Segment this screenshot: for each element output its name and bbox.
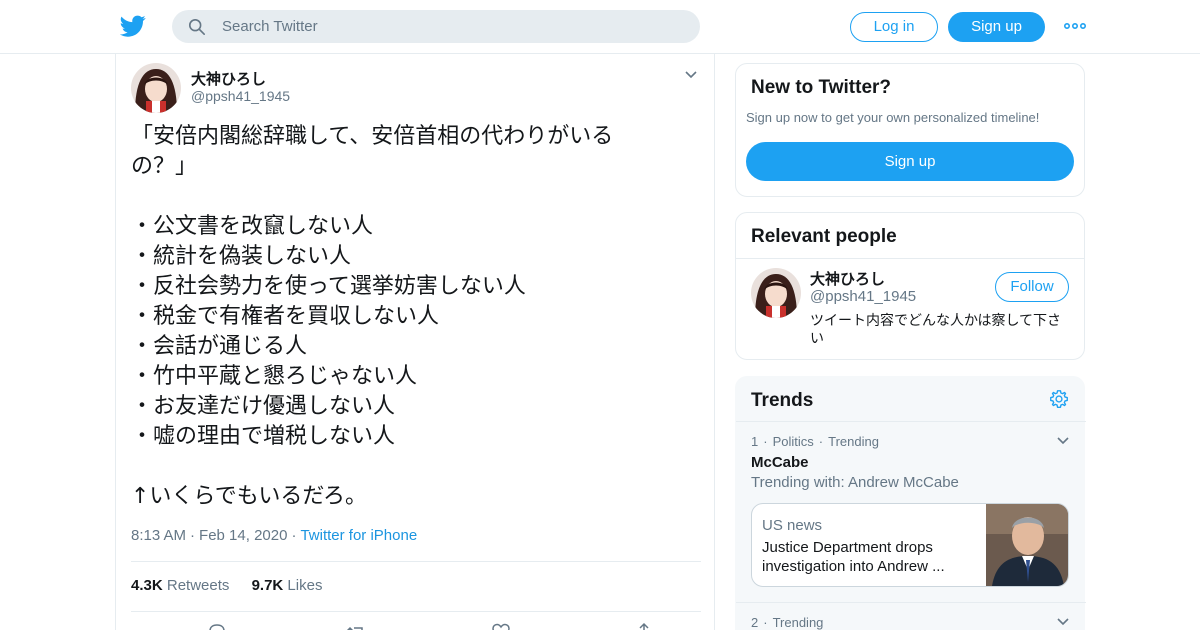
trend-name[interactable]: McCabe (751, 454, 809, 471)
trend-meta: 1 · Politics · Trending (751, 434, 879, 449)
login-button[interactable]: Log in (850, 12, 938, 42)
likes-stat[interactable]: 9.7K Likes (252, 577, 323, 594)
news-source: US news (762, 517, 823, 534)
top-navigation-bar: Search Twitter Log in Sign up (0, 0, 1200, 54)
card-title: New to Twitter? (751, 77, 892, 98)
tweet-time[interactable]: 8:13 AM (131, 527, 186, 544)
avatar[interactable] (751, 268, 801, 318)
retweets-count: 4.3K (131, 577, 163, 594)
tweet-line: ・公文書を改竄しない人 (131, 214, 374, 239)
avatar[interactable] (131, 63, 181, 113)
signup-button[interactable]: Sign up (948, 12, 1045, 42)
signup-cta-button[interactable]: Sign up (746, 142, 1074, 181)
retweets-stat[interactable]: 4.3K Retweets (131, 577, 229, 594)
author-name[interactable]: 大神ひろし (191, 68, 266, 89)
gear-icon[interactable] (1048, 388, 1070, 410)
tweet-line (131, 452, 701, 482)
card-title: Trends (751, 390, 814, 411)
news-headline: Justice Department drops investigation i… (762, 539, 945, 575)
tweet-text: 「安倍内閣総辞職して、安倍首相の代わりがいる の？」 ・公文書を改竄しない人 ・… (131, 122, 701, 512)
trend-related: Trending with: Andrew McCabe (751, 474, 959, 491)
trend-rank: 1 (751, 434, 759, 449)
trend-meta: 2 · Trending (751, 615, 823, 630)
separator-dot: · (291, 527, 297, 544)
news-card[interactable]: US news Justice Department drops investi… (751, 503, 1069, 587)
separator-dot: · (763, 615, 768, 630)
trend-category: Politics (772, 434, 814, 449)
chevron-down-icon[interactable] (1056, 436, 1070, 446)
author-handle[interactable]: @ppsh41_1945 (191, 88, 290, 104)
news-thumbnail-icon (986, 504, 1068, 586)
separator-dot: · (818, 434, 824, 449)
separator-dot: · (190, 527, 196, 544)
tweet-actions (131, 622, 701, 630)
tweet-detail: 大神ひろし @ppsh41_1945 「安倍内閣総辞職して、安倍首相の代わりがい… (115, 54, 715, 630)
tweet-line: 「安倍内閣総辞職して、安倍首相の代わりがいる (131, 124, 614, 149)
divider (736, 602, 1086, 603)
tweet-line: ・反社会勢力を使って選挙妨害しない人 (131, 274, 526, 299)
tweet-source-link[interactable]: Twitter for iPhone (300, 527, 417, 544)
tweet-timestamp: 8:13 AM · Feb 14, 2020 · Twitter for iPhone (131, 527, 417, 544)
divider (131, 611, 701, 612)
more-options-icon[interactable] (1064, 18, 1086, 34)
tweet-line: の？」 (131, 154, 198, 179)
person-bio: ツイート内容でどんな人かは察して下さい (810, 313, 1062, 347)
person-handle[interactable]: @ppsh41_1945 (810, 288, 916, 305)
trend-rank: 2 (751, 615, 759, 630)
trend-status: Trending (772, 615, 824, 630)
person-name[interactable]: 大神ひろし (810, 268, 885, 289)
search-input[interactable]: Search Twitter (222, 18, 318, 35)
tweet-line: ・竹中平蔵と懇ろじゃない人 (131, 364, 418, 389)
divider (736, 258, 1084, 259)
new-to-twitter-card: New to Twitter? Sign up now to get your … (735, 63, 1085, 197)
share-icon[interactable] (634, 622, 654, 630)
tweet-line: ↑いくらでもいるだろ。 (131, 484, 368, 509)
trend-status: Trending (828, 434, 879, 449)
avatar-image-icon (751, 268, 801, 318)
tweet-line (131, 182, 701, 212)
card-title: Relevant people (751, 226, 897, 247)
follow-button[interactable]: Follow (995, 272, 1069, 302)
relevant-people-card: Relevant people 大神ひろし @ppsh41_1945 Follo… (735, 212, 1085, 360)
retweet-icon[interactable] (346, 622, 366, 630)
trends-card: Trends 1 · Politics · Trending McCabe Trendi… (735, 376, 1086, 630)
tweet-date[interactable]: Feb 14, 2020 (199, 527, 287, 544)
like-heart-icon[interactable] (491, 622, 511, 630)
retweets-label: Retweets (166, 577, 230, 594)
card-subtitle: Sign up now to get your own personalized… (746, 110, 1040, 125)
twitter-bird-icon[interactable] (120, 13, 146, 39)
tweet-stats: 4.3K Retweets 9.7K Likes (131, 577, 340, 594)
tweet-line: ・お友達だけ優遇しない人 (131, 394, 396, 419)
tweet-line: ・統計を偽装しない人 (131, 244, 352, 269)
chevron-down-icon[interactable] (684, 70, 698, 80)
divider (131, 561, 701, 562)
likes-label: Likes (287, 577, 323, 594)
avatar-image-icon (131, 63, 181, 113)
reply-icon[interactable] (207, 622, 227, 630)
tweet-line: ・会話が通じる人 (131, 334, 308, 359)
chevron-down-icon[interactable] (1056, 617, 1070, 627)
search-box[interactable]: Search Twitter (172, 10, 700, 43)
tweet-line: ・嘘の理由で増税しない人 (131, 424, 396, 449)
divider (736, 421, 1086, 422)
separator-dot: · (763, 434, 768, 449)
search-icon (188, 18, 206, 36)
tweet-line: ・税金で有権者を買収しない人 (131, 304, 440, 329)
likes-count: 9.7K (251, 577, 284, 594)
